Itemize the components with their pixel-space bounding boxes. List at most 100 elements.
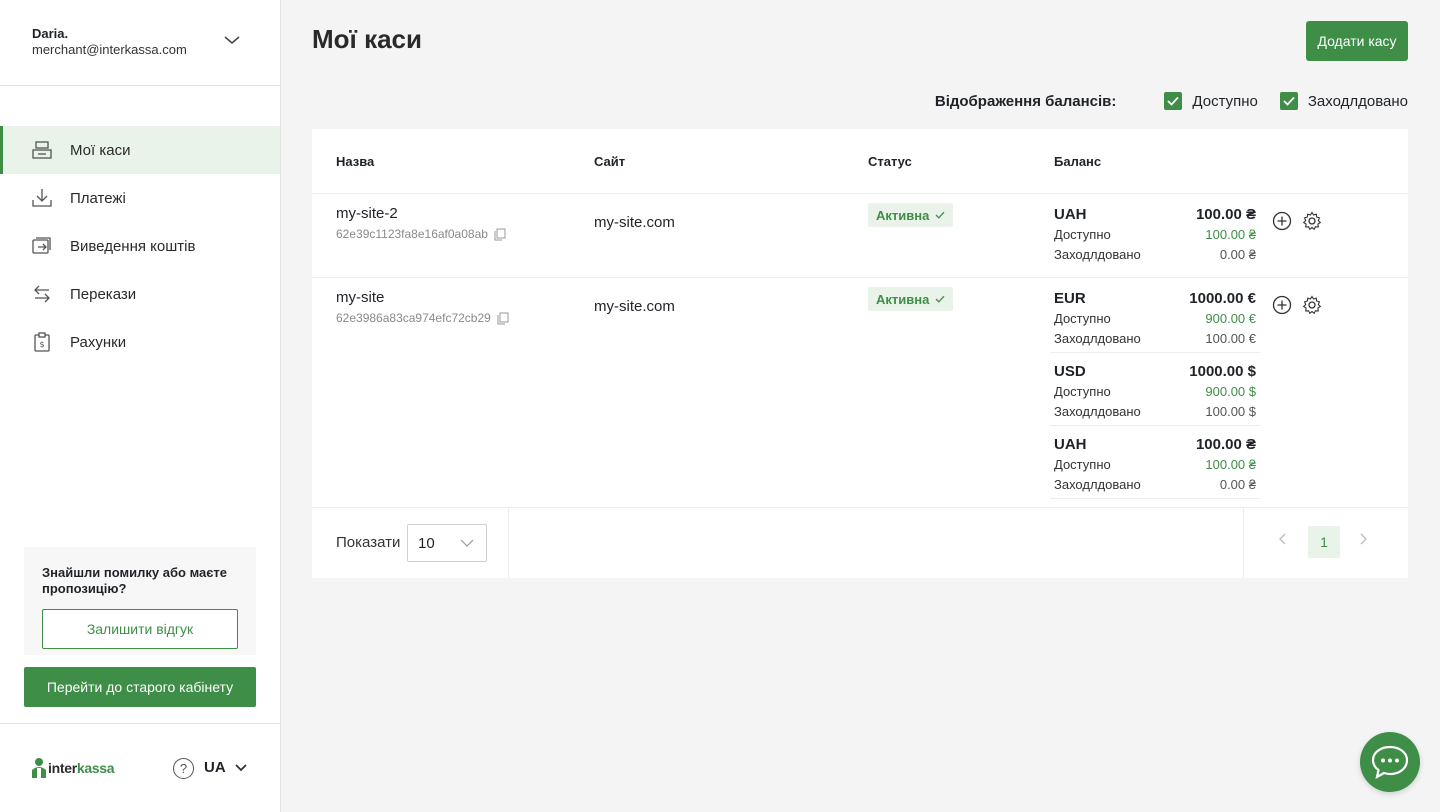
cashbox-id-text: 62e39c1123fa8e16af0a08ab <box>336 227 488 241</box>
sidebar-item-payments[interactable]: Платежі <box>0 174 280 222</box>
balance-hold-label: Заходлдовано <box>1054 476 1141 492</box>
download-tray-icon <box>30 186 54 210</box>
balance-available: 100.00 ₴ <box>1205 456 1256 472</box>
balance-total: 100.00 ₴ <box>1195 205 1256 223</box>
pagination-page[interactable]: 1 <box>1308 526 1340 558</box>
sidebar-item-label: Перекази <box>70 285 137 303</box>
balance-currency: EUR <box>1054 289 1086 307</box>
balance-hold: 100.00 € <box>1205 330 1256 346</box>
balance-display-label: Відображення балансів: <box>934 92 1117 110</box>
balance-hold-label: Заходлдовано <box>1054 330 1141 346</box>
row-actions <box>1272 295 1322 315</box>
status-badge: Активна <box>868 203 954 227</box>
logo-mark-icon <box>32 758 46 778</box>
checkmark-icon <box>935 295 945 303</box>
hold-checkbox-label: Заходлдовано <box>1307 92 1408 110</box>
cashbox-site: my-site.com <box>594 298 675 315</box>
balance-available-label: Доступно <box>1054 226 1111 242</box>
sidebar-item-label: Виведення коштів <box>70 237 196 255</box>
cashbox-id: 62e39c1123fa8e16af0a08ab <box>336 227 506 241</box>
balance-available-label: Доступно <box>1054 310 1111 326</box>
chevron-down-icon[interactable] <box>222 32 242 48</box>
sidebar-item-my-cashboxes[interactable]: Мої каси <box>0 126 280 174</box>
sidebar-item-invoices[interactable]: $ Рахунки <box>0 318 280 366</box>
balance-currency: UAH <box>1054 205 1087 223</box>
balance-group: EUR 1000.00 € Доступно 900.00 € Заходлдова… <box>1050 288 1260 353</box>
add-cashbox-button[interactable]: Додати касу <box>1306 21 1408 61</box>
gear-icon[interactable] <box>1302 295 1322 315</box>
page-size-value: 10 <box>418 534 435 552</box>
balance-hold: 0.00 ₴ <box>1219 246 1256 262</box>
help-icon: ? <box>179 761 188 776</box>
balance-available-label: Доступно <box>1054 383 1111 399</box>
divider <box>508 508 509 578</box>
sidebar-item-label: Платежі <box>70 189 126 207</box>
sidebar-item-transfers[interactable]: Перекази <box>0 270 280 318</box>
invoice-icon: $ <box>30 330 54 354</box>
divider <box>1243 508 1244 578</box>
sidebar-nav: Мої каси Платежі Виведення коштів Перека… <box>0 126 280 366</box>
help-button[interactable]: ? <box>173 758 194 779</box>
column-header-status: Статус <box>868 154 912 169</box>
sidebar-item-label: Рахунки <box>70 333 127 351</box>
page-title: Мої каси <box>312 24 422 54</box>
balance-hold: 100.00 $ <box>1205 403 1256 419</box>
balance-group: UAH 100.00 ₴ Доступно 100.00 ₴ Заходлдован… <box>1050 204 1260 264</box>
leave-feedback-button[interactable]: Залишити відгук <box>42 609 238 649</box>
column-header-name: Назва <box>336 154 375 169</box>
cashbox-icon <box>30 138 54 162</box>
withdraw-icon <box>30 234 54 258</box>
feedback-box: Знайшли помилку або маєте пропозицію? За… <box>24 547 256 655</box>
table-row[interactable]: my-site 62e3986a83ca974efc72cb29 my-site… <box>312 278 1408 508</box>
cashbox-site: my-site.com <box>594 214 675 231</box>
balance-hold-label: Заходлдовано <box>1054 246 1141 262</box>
sidebar: Daria. merchant@interkassa.com Мої каси … <box>0 0 281 812</box>
chat-bubble-icon <box>1371 745 1409 780</box>
user-name: Daria. <box>32 26 69 41</box>
interkassa-logo[interactable]: interkassa <box>30 756 115 780</box>
balance-total: 100.00 ₴ <box>1195 435 1256 453</box>
page-size-label: Показати <box>336 534 401 551</box>
table-row[interactable]: my-site-2 62e39c1123fa8e16af0a08ab my-si… <box>312 194 1408 278</box>
cashbox-name: my-site <box>336 289 385 306</box>
chevron-left-icon[interactable] <box>1276 532 1290 546</box>
sidebar-item-withdrawals[interactable]: Виведення коштів <box>0 222 280 270</box>
copy-icon[interactable] <box>497 312 509 325</box>
status-badge: Активна <box>868 287 954 311</box>
add-circle-icon[interactable] <box>1272 295 1292 315</box>
balance-hold: 0.00 ₴ <box>1219 476 1256 492</box>
user-menu[interactable]: Daria. merchant@interkassa.com <box>0 0 280 86</box>
available-checkbox[interactable]: Доступно <box>1164 92 1258 110</box>
logo-text: interkassa <box>48 760 115 776</box>
row-actions <box>1272 211 1322 231</box>
old-cabinet-button[interactable]: Перейти до старого кабінету <box>24 667 256 707</box>
cashboxes-table: Назва Сайт Статус Баланс my-site-2 62e39… <box>312 129 1408 578</box>
balance-group: USD 1000.00 $ Доступно 900.00 $ Заходлдова… <box>1050 361 1260 426</box>
gear-icon[interactable] <box>1302 211 1322 231</box>
sidebar-footer: interkassa ? UA <box>0 723 280 812</box>
cashbox-id-text: 62e3986a83ca974efc72cb29 <box>336 311 491 325</box>
language-label: UA <box>204 759 226 776</box>
transfer-arrows-icon <box>30 282 54 306</box>
copy-icon[interactable] <box>494 228 506 241</box>
balance-available: 100.00 ₴ <box>1205 226 1256 242</box>
chat-button[interactable] <box>1360 732 1420 792</box>
available-checkbox-label: Доступно <box>1192 92 1258 110</box>
add-circle-icon[interactable] <box>1272 211 1292 231</box>
cashbox-id: 62e3986a83ca974efc72cb29 <box>336 311 509 325</box>
user-email: merchant@interkassa.com <box>32 42 187 57</box>
balance-hold-label: Заходлдовано <box>1054 403 1141 419</box>
balance-available: 900.00 $ <box>1205 383 1256 399</box>
balance-total: 1000.00 € <box>1189 289 1256 307</box>
chevron-down-icon <box>460 539 474 547</box>
hold-checkbox[interactable]: Заходлдовано <box>1279 92 1408 110</box>
chevron-right-icon[interactable] <box>1356 532 1370 546</box>
status-label: Активна <box>876 291 930 307</box>
balance-display-toggle: Відображення балансів: Доступно Заходлдо… <box>935 92 1408 110</box>
language-selector[interactable]: UA <box>204 759 248 776</box>
column-header-site: Сайт <box>594 154 626 169</box>
column-header-balance: Баланс <box>1054 154 1102 169</box>
table-footer: Показати 10 1 <box>312 508 1408 578</box>
page-size-select[interactable]: 10 <box>407 524 487 562</box>
status-label: Активна <box>876 207 930 223</box>
